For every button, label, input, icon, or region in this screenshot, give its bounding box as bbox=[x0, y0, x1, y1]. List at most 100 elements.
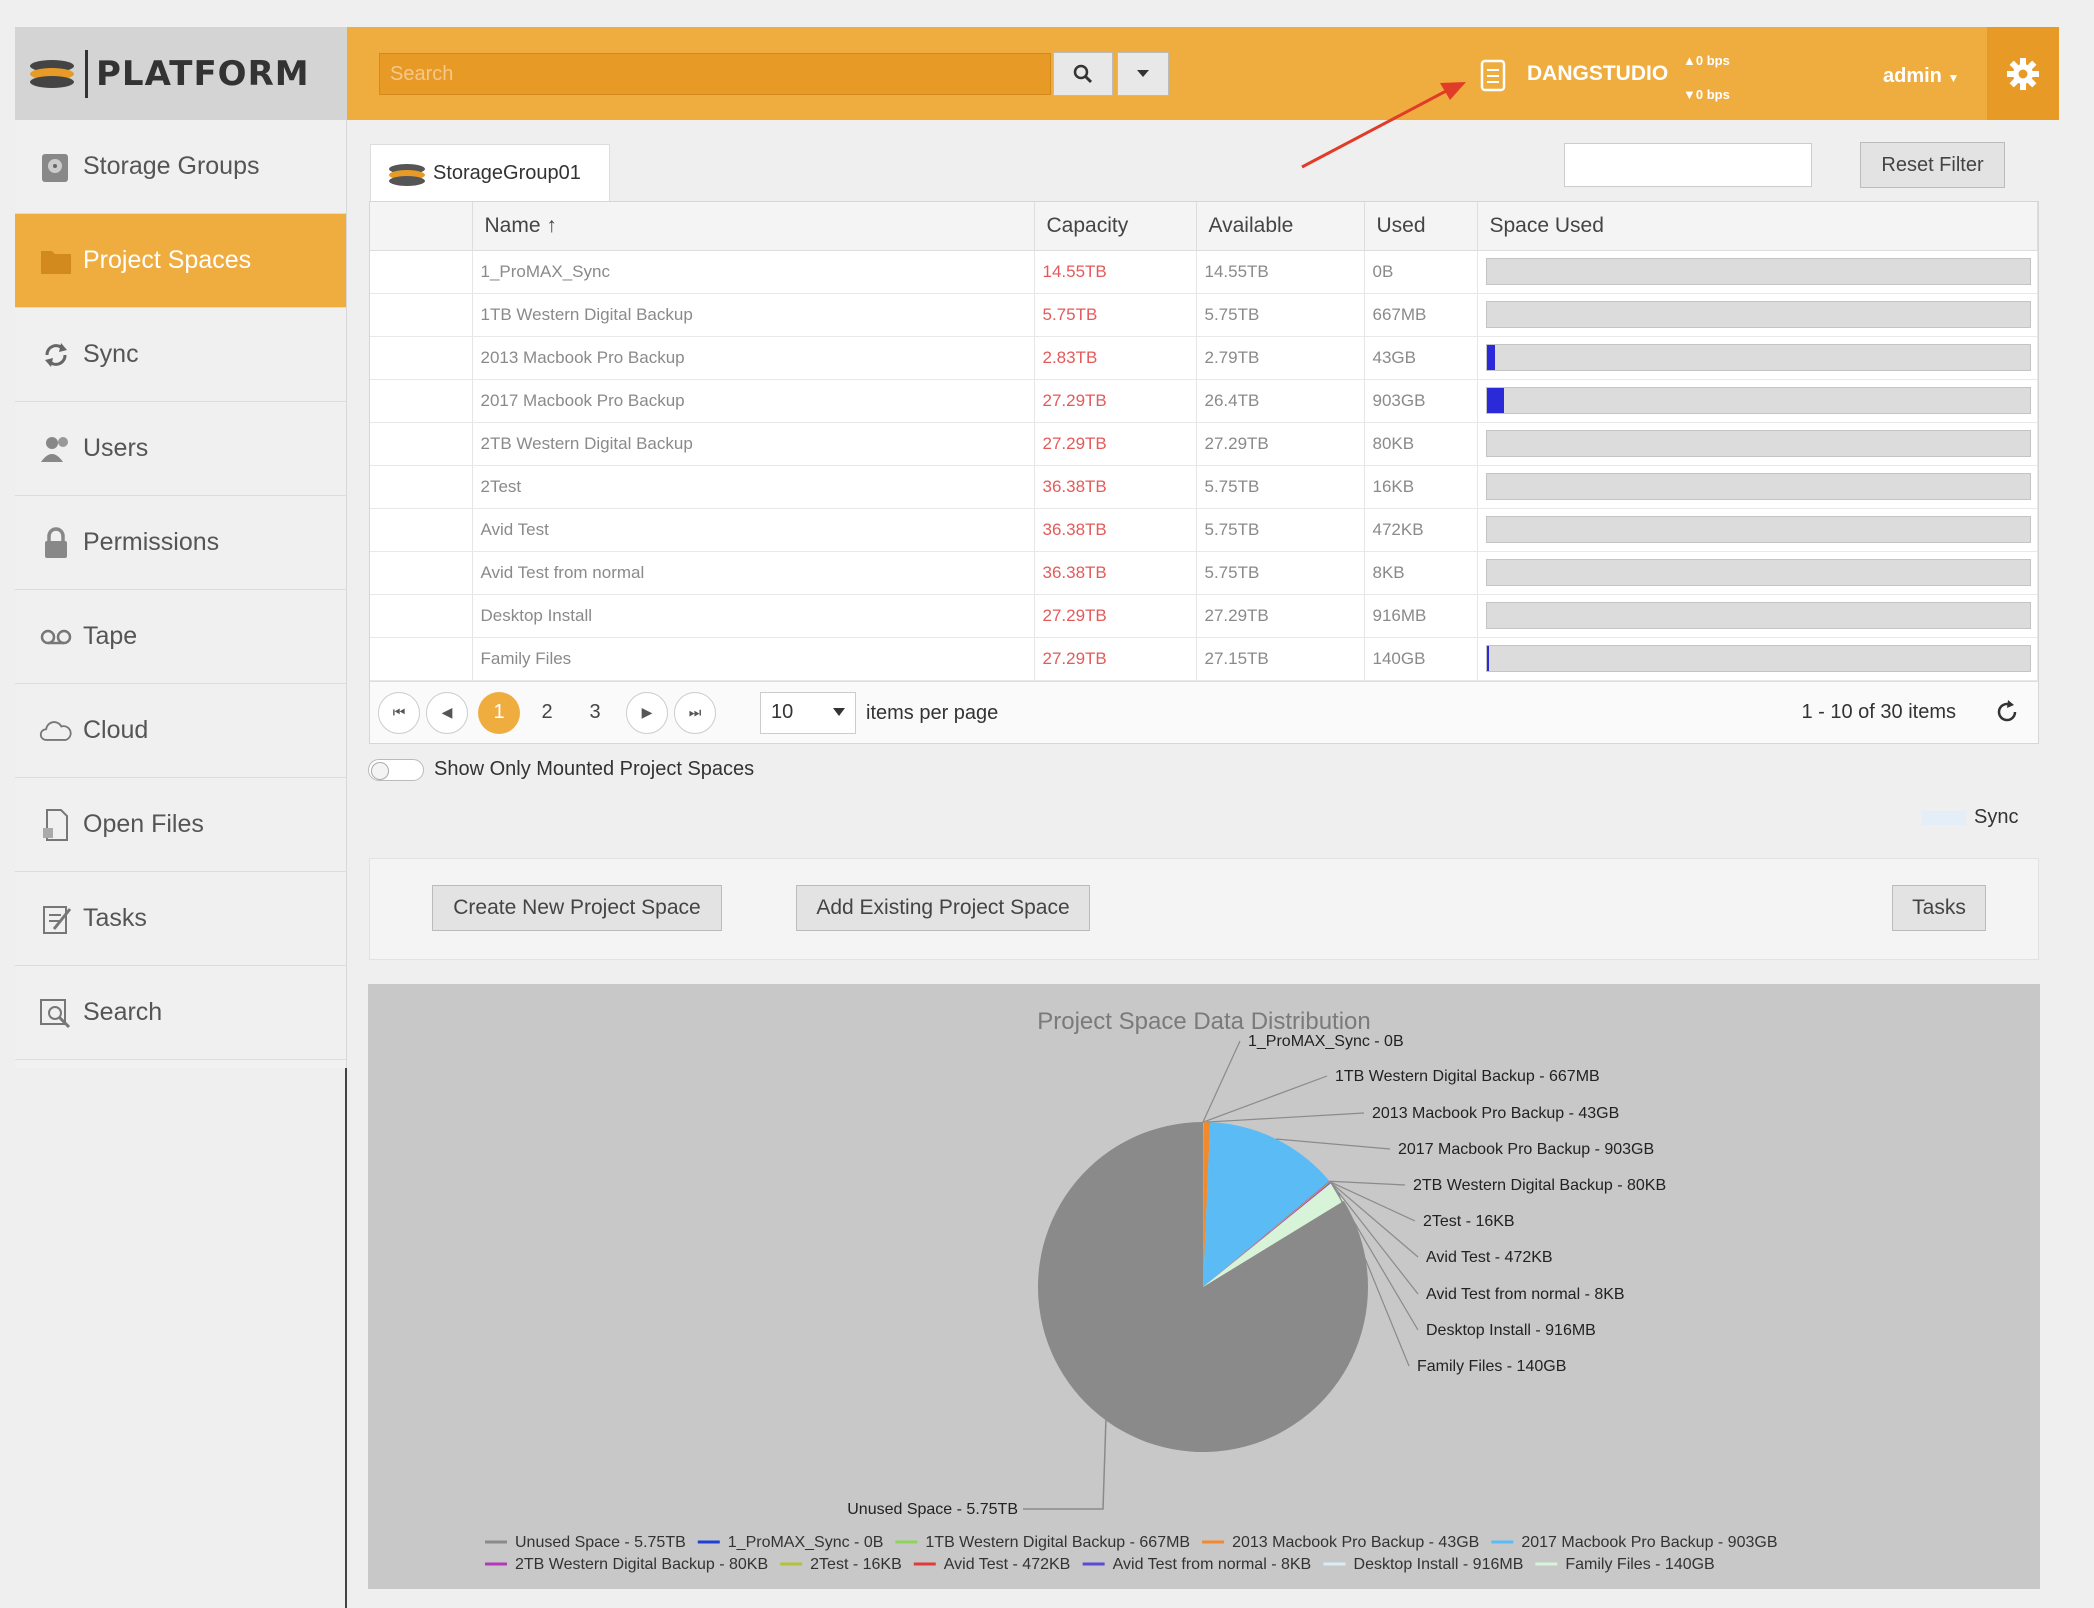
cell-space-used bbox=[1477, 293, 2038, 337]
cell-used: 140GB bbox=[1364, 637, 1478, 681]
search-options-dropdown[interactable] bbox=[1117, 52, 1169, 96]
users-icon bbox=[39, 432, 73, 466]
cell-capacity: 36.38TB bbox=[1034, 508, 1197, 552]
first-page-button[interactable]: ⏮ bbox=[378, 691, 420, 734]
storage-group-icon bbox=[389, 163, 425, 186]
cell-space-used bbox=[1477, 465, 2038, 509]
column-header-space-used[interactable]: Space Used bbox=[1477, 202, 2038, 251]
column-header-used[interactable]: Used bbox=[1364, 202, 1478, 251]
sync-icon bbox=[39, 338, 73, 372]
space-used-fill bbox=[1486, 345, 1495, 370]
cell-used: 8KB bbox=[1364, 551, 1478, 595]
table-row[interactable]: 2TB Western Digital Backup 27.29TB 27.29TB… bbox=[370, 422, 2038, 466]
chart-title: Project Space Data Distribution bbox=[1037, 1008, 1371, 1035]
legend-item: 1_ProMAX_Sync - 0B bbox=[728, 1534, 884, 1551]
table-row[interactable]: 1TB Western Digital Backup 5.75TB 5.75TB 66… bbox=[370, 293, 2038, 337]
table-row[interactable]: Avid Test from normal 36.38TB 5.75TB 8KB bbox=[370, 551, 2038, 595]
cell-name: 2017 Macbook Pro Backup bbox=[472, 379, 1035, 423]
column-header-capacity[interactable]: Capacity bbox=[1034, 202, 1197, 251]
column-header-name[interactable]: Name ↑ bbox=[472, 202, 1035, 251]
user-menu[interactable]: admin ▼ bbox=[1883, 65, 1959, 88]
sidebar-item-cloud[interactable]: Cloud bbox=[15, 684, 346, 778]
cell-space-used bbox=[1477, 551, 2038, 595]
reset-filter-button[interactable]: Reset Filter bbox=[1860, 142, 2005, 188]
sidebar-divider bbox=[345, 1068, 347, 1608]
distribution-chart: Project Space Data Distribution Unused Sp… bbox=[368, 984, 2040, 1589]
cell-space-used bbox=[1477, 250, 2038, 294]
logo-separator bbox=[85, 49, 88, 98]
filter-input[interactable] bbox=[1564, 143, 1812, 187]
cell-space-used bbox=[1477, 637, 2038, 681]
server-name[interactable]: DANGSTUDIO bbox=[1527, 62, 1668, 86]
items-per-page-label: items per page bbox=[866, 701, 999, 724]
cell-capacity: 14.55TB bbox=[1034, 250, 1197, 294]
server-status-icon[interactable] bbox=[1479, 59, 1509, 93]
next-page-button[interactable]: ▶ bbox=[626, 691, 668, 734]
items-per-page-select[interactable]: 10 bbox=[760, 691, 856, 734]
space-used-bar bbox=[1485, 344, 2031, 371]
last-page-button[interactable]: ⏭ bbox=[674, 691, 716, 734]
refresh-icon[interactable] bbox=[1994, 699, 2020, 725]
cell-capacity: 36.38TB bbox=[1034, 551, 1197, 595]
table-row[interactable]: 1_ProMAX_Sync 14.55TB 14.55TB 0B bbox=[370, 250, 2038, 294]
sidebar-item-tape[interactable]: Tape bbox=[15, 590, 346, 684]
row-select-cell bbox=[370, 551, 473, 595]
cell-used: 916MB bbox=[1364, 594, 1478, 638]
sidebar-item-project-spaces[interactable]: Project Spaces bbox=[15, 214, 346, 308]
search-button[interactable] bbox=[1053, 52, 1113, 96]
create-project-space-button[interactable]: Create New Project Space bbox=[432, 885, 722, 931]
sidebar-item-tasks[interactable]: Tasks bbox=[15, 872, 346, 966]
page-3-button[interactable]: 3 bbox=[574, 692, 616, 734]
page-2-button[interactable]: 2 bbox=[526, 692, 568, 734]
space-used-fill bbox=[1486, 646, 1490, 671]
page-1-button[interactable]: 1 bbox=[478, 691, 520, 734]
cell-capacity: 27.29TB bbox=[1034, 637, 1197, 681]
upload-rate: ▲0 bps bbox=[1683, 53, 1730, 68]
column-header-available[interactable]: Available bbox=[1196, 202, 1365, 251]
space-used-fill bbox=[1486, 388, 1505, 413]
sidebar-item-storage-groups[interactable]: Storage Groups bbox=[15, 120, 346, 214]
leader-line bbox=[1203, 1075, 1328, 1123]
tab-storage-group[interactable]: StorageGroup01 bbox=[370, 144, 610, 202]
cell-space-used bbox=[1477, 336, 2038, 380]
settings-button[interactable] bbox=[1987, 27, 2059, 120]
sidebar-item-open-files[interactable]: Open Files bbox=[15, 778, 346, 872]
search-input[interactable] bbox=[379, 53, 1051, 95]
column-header-select bbox=[370, 202, 473, 251]
table-row[interactable]: Desktop Install 27.29TB 27.29TB 916MB bbox=[370, 594, 2038, 638]
tasks-button[interactable]: Tasks bbox=[1892, 885, 1986, 931]
sidebar-item-sync[interactable]: Sync bbox=[15, 308, 346, 402]
cell-name: 1TB Western Digital Backup bbox=[472, 293, 1035, 337]
prev-page-button[interactable]: ◀ bbox=[426, 691, 468, 734]
add-existing-project-space-button[interactable]: Add Existing Project Space bbox=[796, 885, 1090, 931]
search-icon bbox=[1073, 64, 1093, 84]
cell-used: 0B bbox=[1364, 250, 1478, 294]
mounted-only-toggle[interactable] bbox=[368, 758, 424, 781]
cell-capacity: 2.83TB bbox=[1034, 336, 1197, 380]
table-row[interactable]: 2013 Macbook Pro Backup 2.83TB 2.79TB 43GB bbox=[370, 336, 2038, 380]
table-row[interactable]: 2017 Macbook Pro Backup 27.29TB 26.4TB 903G… bbox=[370, 379, 2038, 423]
sidebar-item-search[interactable]: Search bbox=[15, 966, 346, 1060]
cell-name: Avid Test from normal bbox=[472, 551, 1035, 595]
sidebar-item-permissions[interactable]: Permissions bbox=[15, 496, 346, 590]
sidebar-item-label: Open Files bbox=[83, 810, 204, 838]
app-logo[interactable]: PLATFORM bbox=[15, 27, 347, 120]
legend-item: 2017 Macbook Pro Backup - 903GB bbox=[1521, 1534, 1777, 1551]
legend-item: Unused Space - 5.75TB bbox=[515, 1534, 686, 1551]
legend-item: Family Files - 140GB bbox=[1565, 1556, 1714, 1573]
legend-item: Avid Test from normal - 8KB bbox=[1113, 1556, 1312, 1573]
table-row[interactable]: 2Test 36.38TB 5.75TB 16KB bbox=[370, 465, 2038, 509]
cell-used: 80KB bbox=[1364, 422, 1478, 466]
search-icon bbox=[39, 996, 73, 1030]
legend-item: 2TB Western Digital Backup - 80KB bbox=[515, 1556, 768, 1573]
table-row[interactable]: Avid Test 36.38TB 5.75TB 472KB bbox=[370, 508, 2038, 552]
actions-panel: Create New Project Space Add Existing Pr… bbox=[369, 858, 2039, 960]
cell-name: Desktop Install bbox=[472, 594, 1035, 638]
cell-capacity: 36.38TB bbox=[1034, 465, 1197, 509]
cell-name: 2TB Western Digital Backup bbox=[472, 422, 1035, 466]
cell-capacity: 27.29TB bbox=[1034, 422, 1197, 466]
sidebar-item-users[interactable]: Users bbox=[15, 402, 346, 496]
slice-label: 2013 Macbook Pro Backup - 43GB bbox=[1372, 1105, 1619, 1122]
table-row[interactable]: Family Files 27.29TB 27.15TB 140GB bbox=[370, 637, 2038, 681]
cell-available: 27.15TB bbox=[1196, 637, 1365, 681]
